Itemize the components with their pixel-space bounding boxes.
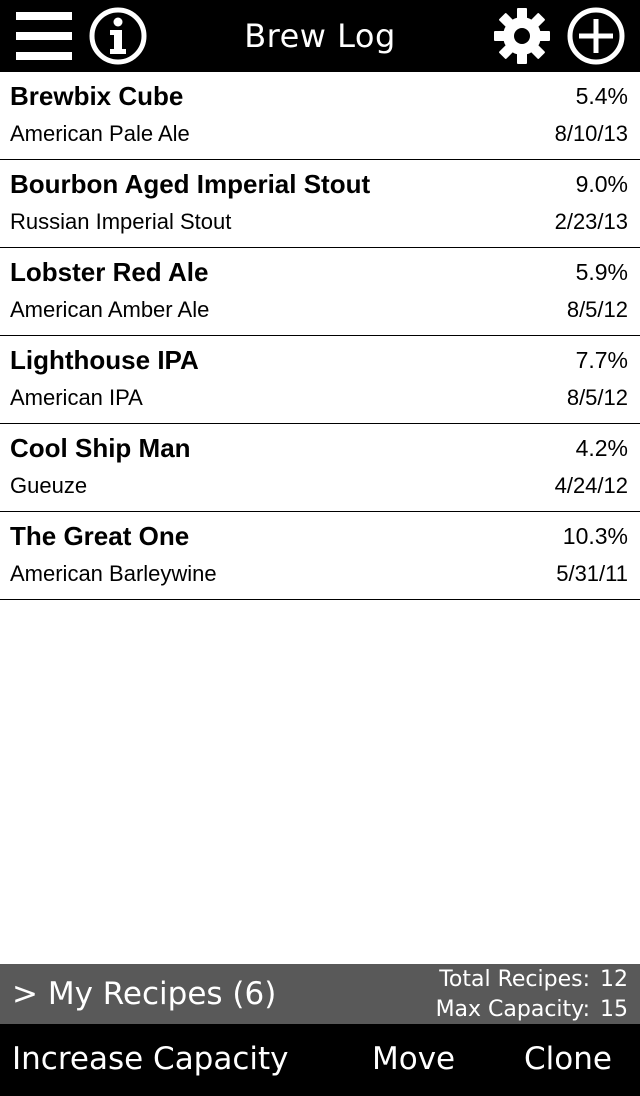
recipe-style: Gueuze [10, 473, 88, 498]
recipe-abv: 9.0% [575, 171, 628, 197]
recipe-date: 2/23/13 [554, 209, 628, 234]
recipe-row[interactable]: Brewbix Cube 5.4% American Pale Ale 8/10… [0, 72, 640, 160]
recipe-row[interactable]: Cool Ship Man 4.2% Gueuze 4/24/12 [0, 424, 640, 512]
recipe-name: Cool Ship Man [10, 433, 191, 463]
bottom-toolbar: Increase Capacity Move Clone [0, 1024, 640, 1096]
recipe-date: 8/10/13 [554, 121, 628, 146]
folder-selector[interactable]: > My Recipes (6) [12, 964, 276, 1024]
total-recipes-value: 12 [600, 967, 628, 992]
total-recipes-label: Total Recipes: [439, 967, 590, 992]
top-navigation-bar: Brew Log [0, 0, 640, 72]
move-button[interactable]: Move [372, 1024, 455, 1096]
add-icon[interactable] [566, 6, 626, 66]
recipe-name: The Great One [10, 521, 190, 551]
recipe-name: Lobster Red Ale [10, 257, 209, 287]
recipe-abv: 7.7% [575, 347, 628, 373]
recipe-abv: 5.4% [575, 83, 628, 109]
recipe-name: Brewbix Cube [10, 81, 184, 111]
recipe-date: 8/5/12 [566, 385, 628, 410]
recipe-style: American Barleywine [10, 561, 217, 586]
recipe-name: Bourbon Aged Imperial Stout [10, 169, 371, 199]
recipe-list: Brewbix Cube 5.4% American Pale Ale 8/10… [0, 72, 640, 600]
increase-capacity-button[interactable]: Increase Capacity [12, 1024, 289, 1096]
recipe-row[interactable]: Lobster Red Ale 5.9% American Amber Ale … [0, 248, 640, 336]
max-capacity-line: Max Capacity: 15 [436, 995, 628, 1025]
recipe-date: 4/24/12 [554, 473, 628, 498]
recipe-row[interactable]: Bourbon Aged Imperial Stout 9.0% Russian… [0, 160, 640, 248]
recipe-row[interactable]: The Great One 10.3% American Barleywine … [0, 512, 640, 600]
recipe-abv: 10.3% [562, 523, 628, 549]
total-recipes-line: Total Recipes: 12 [439, 965, 628, 995]
gear-icon[interactable] [492, 6, 552, 66]
folder-bar: > My Recipes (6) Total Recipes: 12 Max Ca… [0, 964, 640, 1024]
recipe-name: Lighthouse IPA [10, 345, 199, 375]
recipe-style: American IPA [10, 385, 143, 410]
recipe-style: Russian Imperial Stout [10, 209, 232, 234]
recipe-style: American Pale Ale [10, 121, 190, 146]
clone-button[interactable]: Clone [524, 1024, 612, 1096]
recipe-date: 8/5/12 [566, 297, 628, 322]
recipe-abv: 4.2% [575, 435, 628, 461]
recipe-abv: 5.9% [575, 259, 628, 285]
max-capacity-label: Max Capacity: [435, 997, 590, 1022]
recipe-date: 5/31/11 [556, 561, 628, 586]
recipe-row[interactable]: Lighthouse IPA 7.7% American IPA 8/5/12 [0, 336, 640, 424]
recipe-stats: Total Recipes: 12 Max Capacity: 15 [408, 964, 628, 1024]
recipe-style: American Amber Ale [10, 297, 210, 322]
max-capacity-value: 15 [600, 997, 628, 1022]
